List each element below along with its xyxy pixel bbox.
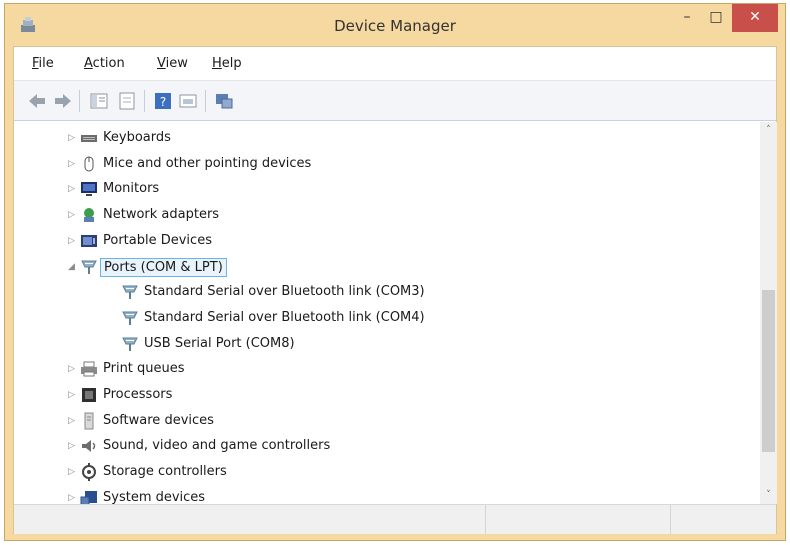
expand-arrow-icon[interactable]: ▷	[68, 441, 78, 451]
expand-arrow-icon[interactable]: ▷	[68, 416, 78, 426]
status-cell	[14, 505, 486, 535]
vertical-scrollbar[interactable]: ˄ ˅	[760, 122, 777, 504]
tree-category-item[interactable]: ▷ Monitors	[14, 178, 754, 200]
status-cell	[486, 505, 671, 535]
device-manager-window: Device Manager – □ ✕ File Action View He…	[4, 3, 786, 541]
tree-item-label: Keyboards	[103, 130, 171, 145]
tree-item-label: Standard Serial over Bluetooth link (COM…	[144, 284, 425, 300]
toolbar-separator	[144, 90, 145, 112]
menu-view-rest: iew	[165, 56, 188, 71]
help-icon[interactable]: ?	[152, 90, 174, 112]
tree-item-label: Network adapters	[103, 207, 220, 223]
network-adapter-icon	[84, 208, 94, 223]
scroll-up-button[interactable]: ˄	[760, 122, 777, 139]
close-button[interactable]: ✕	[732, 4, 778, 32]
tree-category-item[interactable]: ▷ Portable Devices	[14, 230, 754, 252]
tree-item-label: Ports (COM & LPT)	[100, 257, 227, 277]
client-area: File Action View Help ? ▷ Keyboards ▷ Mi…	[13, 46, 777, 535]
processor-icon	[82, 388, 96, 402]
menu-bar: File Action View Help	[14, 47, 776, 81]
printer-icon	[81, 361, 97, 377]
scroll-down-button[interactable]: ˅	[760, 487, 777, 504]
menu-action-accel: A	[84, 56, 93, 71]
tree-item-label: Software devices	[103, 412, 214, 428]
device-tree[interactable]: ▷ Keyboards ▷ Mice and other pointing devic…	[14, 122, 759, 504]
minimize-button[interactable]: –	[673, 4, 701, 32]
tree-category-item[interactable]: ◢ Ports (COM & LPT)	[14, 256, 754, 278]
port-icon	[122, 311, 138, 325]
tree-item-label: Print queues	[103, 361, 185, 377]
tree-category-item[interactable]: ▷ System devices	[14, 487, 754, 504]
tree-category-item[interactable]: ▷ Keyboards	[14, 127, 754, 149]
tree-category-item[interactable]: ▷ Network adapters	[14, 204, 754, 226]
menu-action-rest: ction	[92, 56, 125, 71]
mouse-icon	[84, 156, 94, 172]
tree-item-label: Processors	[103, 387, 173, 402]
toolbar: ?	[14, 81, 776, 121]
tree-child-item[interactable]: Standard Serial over Bluetooth link (COM…	[14, 307, 754, 329]
menu-view-accel: V	[157, 56, 166, 71]
menu-help-rest: elp	[221, 56, 242, 71]
window-title: Device Manager	[334, 17, 456, 35]
tree-item-label: Portable Devices	[103, 232, 212, 248]
properties-icon[interactable]	[116, 90, 138, 112]
tree-category-item[interactable]: ▷ Storage controllers	[14, 461, 754, 483]
tree-child-item[interactable]: Standard Serial over Bluetooth link (COM…	[14, 281, 754, 303]
tree-item-label: Storage controllers	[103, 464, 227, 480]
tree-item-label: Standard Serial over Bluetooth link (COM…	[144, 309, 425, 325]
tree-category-item[interactable]: ▷ Mice and other pointing devices	[14, 153, 754, 175]
expand-arrow-icon[interactable]: ▷	[68, 467, 78, 477]
tree-category-item[interactable]: ▷ Software devices	[14, 410, 754, 432]
expand-arrow-icon[interactable]: ▷	[68, 133, 78, 143]
scan-hardware-icon[interactable]	[213, 90, 235, 112]
maximize-button[interactable]: □	[702, 4, 730, 32]
toolbar-separator	[205, 90, 206, 112]
tree-item-label: Mice and other pointing devices	[103, 155, 312, 171]
update-driver-icon[interactable]	[177, 90, 199, 112]
expand-arrow-icon[interactable]: ▷	[68, 364, 78, 374]
tree-category-item[interactable]: ▷ Processors	[14, 384, 754, 406]
tree-item-label: Sound, video and game controllers	[103, 438, 331, 454]
title-bar[interactable]: Device Manager – □ ✕	[5, 4, 785, 46]
expand-arrow-icon[interactable]: ▷	[68, 184, 78, 194]
portable-device-icon	[81, 234, 97, 247]
forward-arrow-icon[interactable]	[52, 90, 74, 112]
menu-action[interactable]: Action	[84, 56, 125, 71]
menu-view[interactable]: View	[157, 56, 188, 71]
status-bar	[14, 504, 776, 535]
tree-category-item[interactable]: ▷ Sound, video and game controllers	[14, 435, 754, 457]
keyboard-icon	[81, 135, 97, 142]
menu-help[interactable]: Help	[212, 56, 242, 71]
expand-arrow-icon[interactable]: ▷	[68, 159, 78, 169]
menu-file-rest: ile	[38, 56, 54, 71]
toolbar-separator	[79, 90, 80, 112]
svg-text:?: ?	[160, 95, 166, 109]
system-device-icon	[80, 490, 97, 504]
expand-arrow-icon[interactable]: ▷	[68, 390, 78, 400]
tree-category-item[interactable]: ▷ Print queues	[14, 358, 754, 380]
menu-file[interactable]: File	[32, 56, 54, 71]
tree-item-label: Monitors	[103, 181, 160, 197]
speaker-icon	[82, 440, 96, 453]
back-arrow-icon[interactable]	[26, 90, 48, 112]
software-device-icon	[84, 412, 94, 430]
menu-help-accel: H	[212, 56, 222, 71]
show-hide-tree-icon[interactable]	[88, 90, 110, 112]
tree-item-label: System devices	[103, 489, 206, 504]
port-icon	[81, 260, 97, 274]
tree-child-item[interactable]: USB Serial Port (COM8)	[14, 333, 754, 355]
tree-item-label: USB Serial Port (COM8)	[144, 335, 295, 351]
expand-arrow-icon[interactable]: ▷	[68, 236, 78, 246]
port-icon	[122, 285, 138, 300]
monitor-icon	[81, 182, 97, 197]
expand-arrow-icon[interactable]: ▷	[68, 210, 78, 220]
scroll-thumb[interactable]	[762, 290, 775, 452]
port-icon	[122, 337, 138, 351]
storage-controller-icon	[82, 463, 96, 482]
expand-arrow-icon[interactable]: ▷	[68, 493, 78, 503]
collapse-arrow-icon[interactable]: ◢	[68, 262, 78, 272]
